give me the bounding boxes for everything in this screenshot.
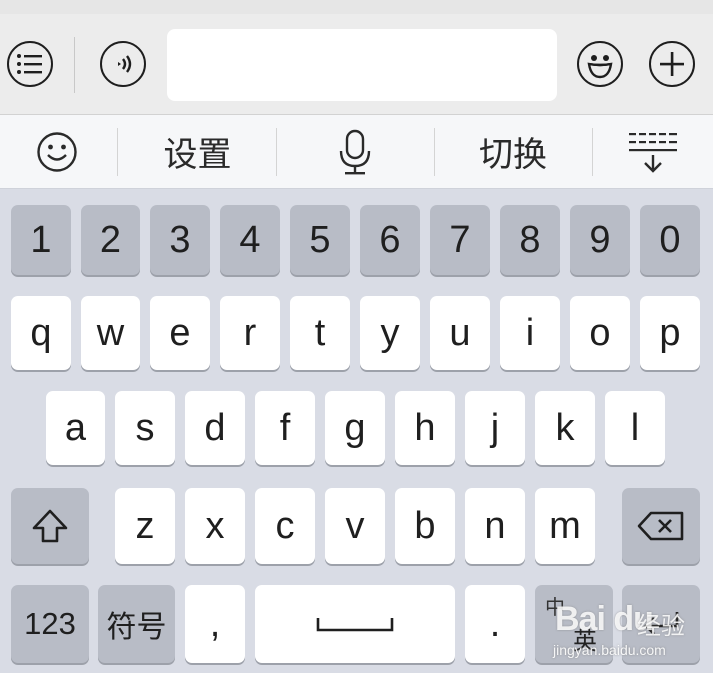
toolbar-divider xyxy=(117,128,118,176)
key-0[interactable]: 0 xyxy=(640,205,700,275)
backspace-key[interactable] xyxy=(622,488,700,564)
settings-button[interactable]: 设置 xyxy=(120,115,275,188)
microphone-icon xyxy=(339,129,371,174)
key-q[interactable]: q xyxy=(11,296,71,370)
keyboard-collapse-icon xyxy=(629,132,677,173)
add-button[interactable] xyxy=(649,41,695,87)
menu-button[interactable] xyxy=(7,41,53,87)
key-p[interactable]: p xyxy=(640,296,700,370)
key-e[interactable]: e xyxy=(150,296,210,370)
emoji-toolbar-button[interactable] xyxy=(0,115,114,188)
key-o[interactable]: o xyxy=(570,296,630,370)
key-y[interactable]: y xyxy=(360,296,420,370)
key-z[interactable]: z xyxy=(115,488,175,564)
space-key[interactable] xyxy=(255,585,455,663)
list-icon xyxy=(17,54,42,74)
smiley-icon xyxy=(37,131,77,172)
key-s[interactable]: s xyxy=(115,391,175,465)
key-b[interactable]: b xyxy=(395,488,455,564)
shift-icon xyxy=(32,509,68,543)
backspace-icon xyxy=(637,511,684,541)
key-c[interactable]: c xyxy=(255,488,315,564)
emoji-button[interactable] xyxy=(577,41,623,87)
key-5[interactable]: 5 xyxy=(290,205,350,275)
lang-en-label: 英 xyxy=(573,627,597,655)
symbols-key[interactable]: 符号 xyxy=(98,585,175,663)
key-m[interactable]: m xyxy=(535,488,595,564)
key-1[interactable]: 1 xyxy=(11,205,71,275)
key-d[interactable]: d xyxy=(185,391,245,465)
emoji-icon xyxy=(587,55,613,79)
switch-button[interactable]: 切换 xyxy=(435,115,591,188)
key-n[interactable]: n xyxy=(465,488,525,564)
key-k[interactable]: k xyxy=(535,391,595,465)
plus-icon xyxy=(660,52,684,76)
key-w[interactable]: w xyxy=(81,296,140,370)
comma-key[interactable]: , xyxy=(185,585,245,663)
key-t[interactable]: t xyxy=(290,296,350,370)
keyboard-toolbar: 设置 切换 xyxy=(0,115,713,189)
key-g[interactable]: g xyxy=(325,391,385,465)
divider xyxy=(74,37,75,93)
shift-key[interactable] xyxy=(11,488,89,564)
voice-wave-icon xyxy=(118,55,132,73)
number-mode-key[interactable]: 123 xyxy=(11,585,89,663)
key-8[interactable]: 8 xyxy=(500,205,560,275)
language-switch-key[interactable]: 中 英 xyxy=(535,585,613,663)
voice-button[interactable] xyxy=(100,41,146,87)
key-l[interactable]: l xyxy=(605,391,665,465)
collapse-keyboard-button[interactable] xyxy=(593,115,713,188)
key-r[interactable]: r xyxy=(220,296,280,370)
message-input[interactable] xyxy=(167,29,557,101)
period-key[interactable]: . xyxy=(465,585,525,663)
chat-input-bar xyxy=(0,0,713,115)
key-u[interactable]: u xyxy=(430,296,490,370)
key-4[interactable]: 4 xyxy=(220,205,280,275)
key-h[interactable]: h xyxy=(395,391,455,465)
key-v[interactable]: v xyxy=(325,488,385,564)
key-x[interactable]: x xyxy=(185,488,245,564)
key-j[interactable]: j xyxy=(465,391,525,465)
key-9[interactable]: 9 xyxy=(570,205,630,275)
key-6[interactable]: 6 xyxy=(360,205,420,275)
key-3[interactable]: 3 xyxy=(150,205,210,275)
key-7[interactable]: 7 xyxy=(430,205,490,275)
settings-label: 设置 xyxy=(163,135,232,175)
enter-key[interactable] xyxy=(622,585,700,663)
key-2[interactable]: 2 xyxy=(81,205,140,275)
key-a[interactable]: a xyxy=(46,391,105,465)
top-strip xyxy=(0,0,713,14)
switch-label: 切换 xyxy=(479,135,547,175)
key-f[interactable]: f xyxy=(255,391,315,465)
key-i[interactable]: i xyxy=(500,296,560,370)
lang-zh-label: 中 xyxy=(545,595,565,619)
space-bar-icon xyxy=(316,618,394,632)
enter-icon xyxy=(644,612,679,635)
voice-input-button[interactable] xyxy=(277,115,433,188)
